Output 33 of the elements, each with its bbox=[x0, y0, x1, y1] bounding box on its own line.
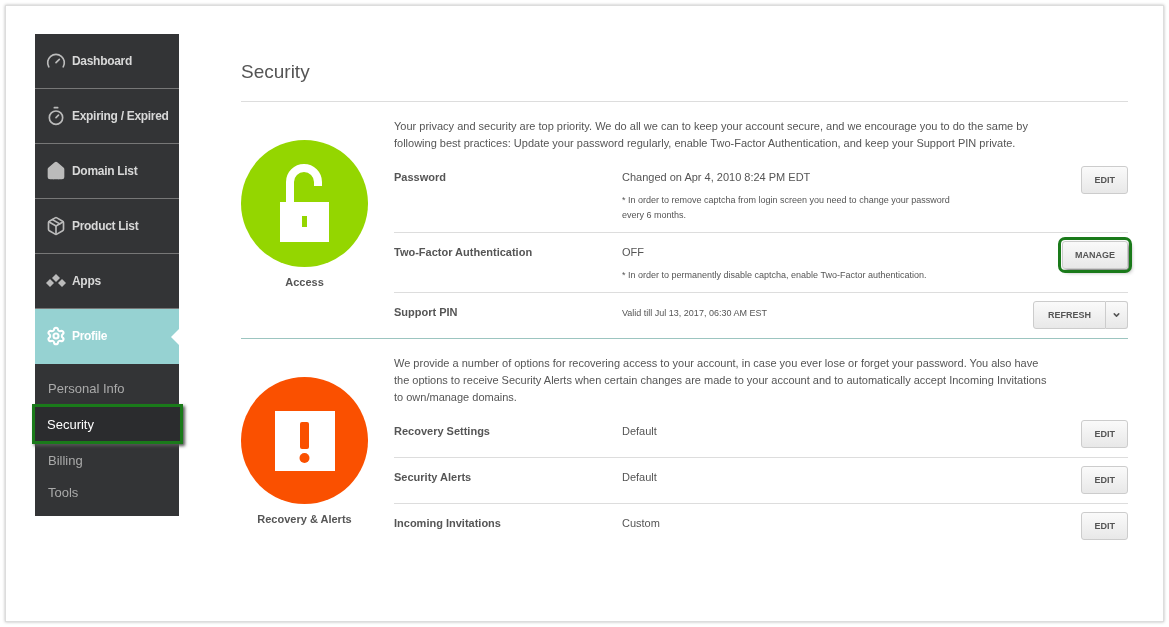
setting-label: Incoming Invitations bbox=[394, 516, 502, 529]
nav-item[interactable]: Dashboard bbox=[35, 34, 179, 89]
page-title: Security bbox=[241, 61, 1128, 102]
nav-item[interactable]: Domain List bbox=[35, 144, 179, 199]
submenu-item[interactable]: Billing bbox=[35, 444, 179, 476]
action-button[interactable]: EDIT bbox=[1081, 466, 1128, 494]
setting-value: Changed on Apr 4, 2010 8:24 PM EDT bbox=[622, 171, 812, 183]
setting-label: Security Alerts bbox=[394, 470, 473, 483]
setting-note: * In order to permanently disable captcha, enable Two-Factor authentication. bbox=[622, 269, 928, 282]
submenu-item[interactable]: Security bbox=[32, 404, 183, 444]
action-button[interactable]: EDIT bbox=[1081, 420, 1128, 448]
refresh-button[interactable]: REFRESH bbox=[1033, 301, 1106, 329]
setting-value: Custom bbox=[622, 517, 661, 529]
setting-label: Recovery Settings bbox=[394, 424, 491, 437]
section-description: Your privacy and security are top priority. We do all we can to keep your account secure, and we encourage you to do the same by following best practices: Update your password regularly, enable Two-Factor Authentication, and keep your Support PIN private. bbox=[394, 119, 1029, 151]
submenu-item[interactable]: Tools bbox=[35, 476, 179, 508]
nav-item[interactable]: Expiring / Expired bbox=[35, 89, 179, 144]
setting-value: OFF bbox=[622, 246, 645, 258]
setting-label: Password bbox=[394, 170, 447, 183]
submenu-item[interactable]: Personal Info bbox=[35, 372, 179, 404]
setting-note: * In order to remove captcha from login screen you need to change your password every 6 months. bbox=[622, 194, 951, 222]
setting-label: Support PIN bbox=[394, 305, 459, 318]
section-name: Access bbox=[285, 276, 324, 288]
action-button[interactable]: EDIT bbox=[1081, 512, 1128, 540]
nav-item[interactable]: Product List bbox=[35, 199, 179, 254]
action-button[interactable]: EDIT bbox=[1081, 166, 1128, 194]
setting-note: Valid till Jul 13, 2017, 06:30 AM EST bbox=[622, 307, 768, 320]
section-name: Recovery & Alerts bbox=[257, 513, 352, 525]
setting-label: Two-Factor Authentication bbox=[394, 245, 534, 258]
nav-item[interactable]: Apps bbox=[35, 254, 179, 309]
setting-value: Default bbox=[622, 425, 658, 437]
section-description: We provide a number of options for recovering access to your account, in case you ever lose or forget your password. You also have the options to receive Security Alerts when certain changes are made to your account and to automatically accept Incoming Invitations to own/manage domains. bbox=[394, 356, 1048, 405]
setting-value: Default bbox=[622, 471, 658, 483]
